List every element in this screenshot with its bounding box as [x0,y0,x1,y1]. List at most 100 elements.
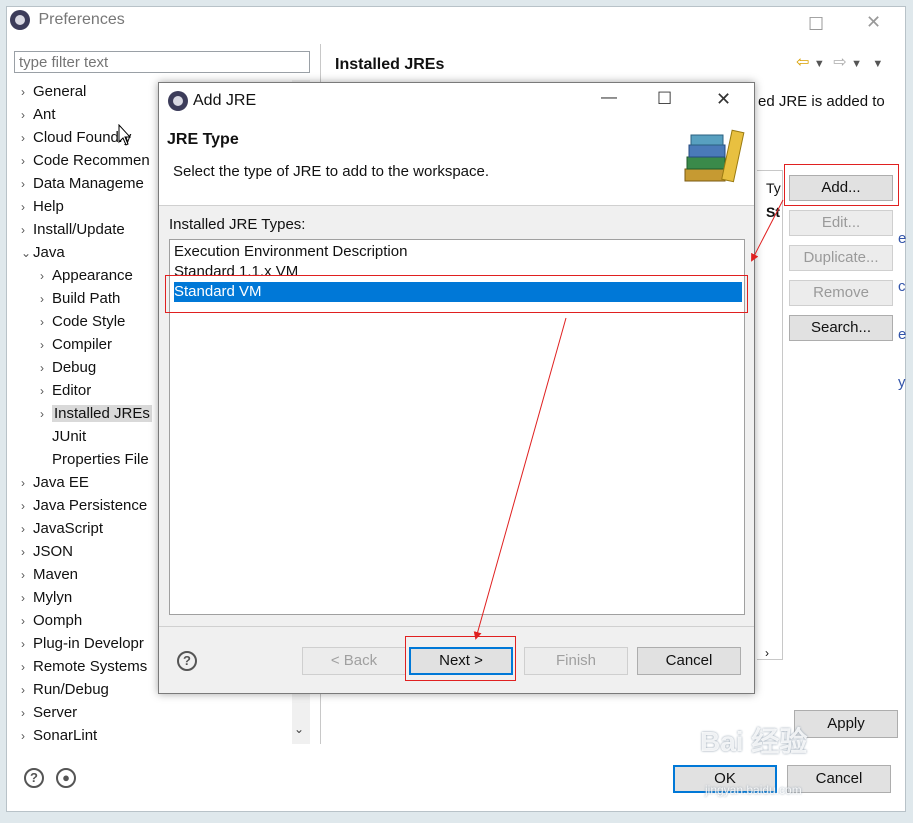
tree-item-code-recommen[interactable]: › Code Recommen [21,149,150,172]
tree-item-editor[interactable]: › Editor [40,379,91,402]
cancel-button[interactable]: Cancel [787,765,891,793]
chevron-right-icon[interactable]: › [21,495,33,518]
edit-button[interactable]: Edit... [789,210,893,236]
add-jre-dialog: Add JRE — ☐ ✕ JRE Type Select the type o… [158,82,755,694]
chevron-right-icon[interactable]: › [21,127,33,150]
chevron-right-icon[interactable]: › [21,472,33,495]
tree-item-help[interactable]: › Help [21,195,64,218]
preferences-title: Preferences [38,11,125,28]
tree-item-plug-in-developr[interactable]: › Plug-in Developr [21,632,144,655]
tree-item-build-path[interactable]: › Build Path [40,287,120,310]
chevron-right-icon[interactable]: › [21,196,33,219]
maximize-icon[interactable]: ☐ [657,89,672,109]
tree-item-code-style[interactable]: › Code Style [40,310,125,333]
back-arrow-icon[interactable]: ⇦ [796,54,809,71]
eclipse-logo-icon [10,10,30,30]
tree-item-install-update[interactable]: › Install/Update [21,218,125,241]
close-icon[interactable]: ✕ [866,12,881,33]
chevron-right-icon[interactable]: › [21,656,33,679]
chevron-down-icon[interactable]: ⌄ [21,242,33,265]
record-icon[interactable]: ● [56,768,76,788]
chevron-right-icon[interactable]: › [21,702,33,725]
chevron-right-icon[interactable]: › [21,541,33,564]
tree-item-run-debug[interactable]: › Run/Debug [21,678,109,701]
clipped-editor-text: e c e y [898,230,906,422]
maximize-icon[interactable]: ☐ [808,14,824,35]
chevron-right-icon[interactable]: › [40,403,52,426]
annotation-box-next [405,636,516,681]
tree-item-java-persistence[interactable]: › Java Persistence [21,494,147,517]
tree-item-properties-file[interactable]: Properties File [40,448,149,471]
tree-item-ant[interactable]: › Ant [21,103,56,126]
minimize-icon[interactable]: — [601,89,617,107]
tree-item-appearance[interactable]: › Appearance [40,264,133,287]
filter-input[interactable] [14,51,310,73]
chevron-right-icon[interactable]: › [21,725,33,744]
chevron-right-icon[interactable]: › [21,173,33,196]
page-description: ed JRE is added to [758,93,885,110]
tree-item-compiler[interactable]: › Compiler [40,333,112,356]
tree-item-installed-jres[interactable]: › Installed JREs [40,402,152,425]
chevron-right-icon[interactable]: › [40,265,52,288]
chevron-right-icon[interactable]: › [21,633,33,656]
tree-item-sonarlint[interactable]: › SonarLint [21,724,97,744]
tree-item-maven[interactable]: › Maven [21,563,78,586]
chevron-right-icon[interactable]: › [40,334,52,357]
chevron-right-icon[interactable]: › [21,150,33,173]
tree-item-debug[interactable]: › Debug [40,356,96,379]
tree-item-cloud-foundry[interactable]: › Cloud Foundry [21,126,131,149]
chevron-right-icon[interactable]: › [40,357,52,380]
view-menu-icon[interactable]: ▼ [872,58,883,70]
chevron-right-icon[interactable]: › [21,564,33,587]
tree-item-label: Cloud Foundry [33,129,132,146]
tree-item-java[interactable]: ⌄ Java [21,241,65,264]
chevron-right-icon[interactable]: › [21,81,33,104]
back-button[interactable]: < Back [302,647,406,675]
tree-item-server[interactable]: › Server [21,701,77,724]
forward-menu-icon[interactable]: ▼ [851,58,862,70]
chevron-right-icon[interactable]: › [40,311,52,334]
annotation-box-add [784,164,899,206]
chevron-right-icon[interactable]: › [21,610,33,633]
tree-item-label: Installed JREs [52,405,152,422]
forward-arrow-icon[interactable]: ⇨ [833,54,846,71]
jre-books-icon [684,129,745,183]
back-menu-icon[interactable]: ▼ [814,58,825,70]
scroll-right-icon[interactable]: › [765,646,769,660]
tree-item-oomph[interactable]: › Oomph [21,609,82,632]
tree-item-java-ee[interactable]: › Java EE [21,471,89,494]
chevron-right-icon[interactable]: › [21,518,33,541]
table-cell-type[interactable]: St [766,204,780,220]
chevron-right-icon[interactable]: › [21,219,33,242]
dialog-subtitle: Select the type of JRE to add to the wor… [173,163,490,180]
tree-item-label: Code Style [52,313,126,330]
chevron-right-icon[interactable]: › [40,380,52,403]
scroll-down-icon[interactable]: ⌄ [294,722,304,736]
chevron-right-icon[interactable]: › [21,587,33,610]
tree-item-label: Debug [52,359,97,376]
close-icon[interactable]: ✕ [716,89,731,110]
tree-item-junit[interactable]: JUnit [40,425,86,448]
tree-item-json[interactable]: › JSON [21,540,73,563]
list-item[interactable]: Execution Environment Description [174,242,742,262]
tree-item-remote-systems[interactable]: › Remote Systems [21,655,147,678]
tree-item-general[interactable]: › General [21,80,86,103]
tree-item-mylyn[interactable]: › Mylyn [21,586,72,609]
search-button[interactable]: Search... [789,315,893,341]
finish-button[interactable]: Finish [524,647,628,675]
column-header-type[interactable]: Ty [766,180,781,196]
duplicate-button[interactable]: Duplicate... [789,245,893,271]
help-icon[interactable]: ? [177,651,197,671]
types-label: Installed JRE Types: [169,216,306,233]
apply-button[interactable]: Apply [794,710,898,738]
remove-button[interactable]: Remove [789,280,893,306]
chevron-right-icon[interactable]: › [21,679,33,702]
chevron-right-icon[interactable]: › [21,104,33,127]
tree-item-label: JSON [33,543,74,560]
annotation-box-standard-vm [165,275,748,313]
chevron-right-icon[interactable]: › [40,288,52,311]
help-icon[interactable]: ? [24,768,44,788]
cancel-button[interactable]: Cancel [637,647,741,675]
tree-item-data-manageme[interactable]: › Data Manageme [21,172,144,195]
tree-item-javascript[interactable]: › JavaScript [21,517,103,540]
